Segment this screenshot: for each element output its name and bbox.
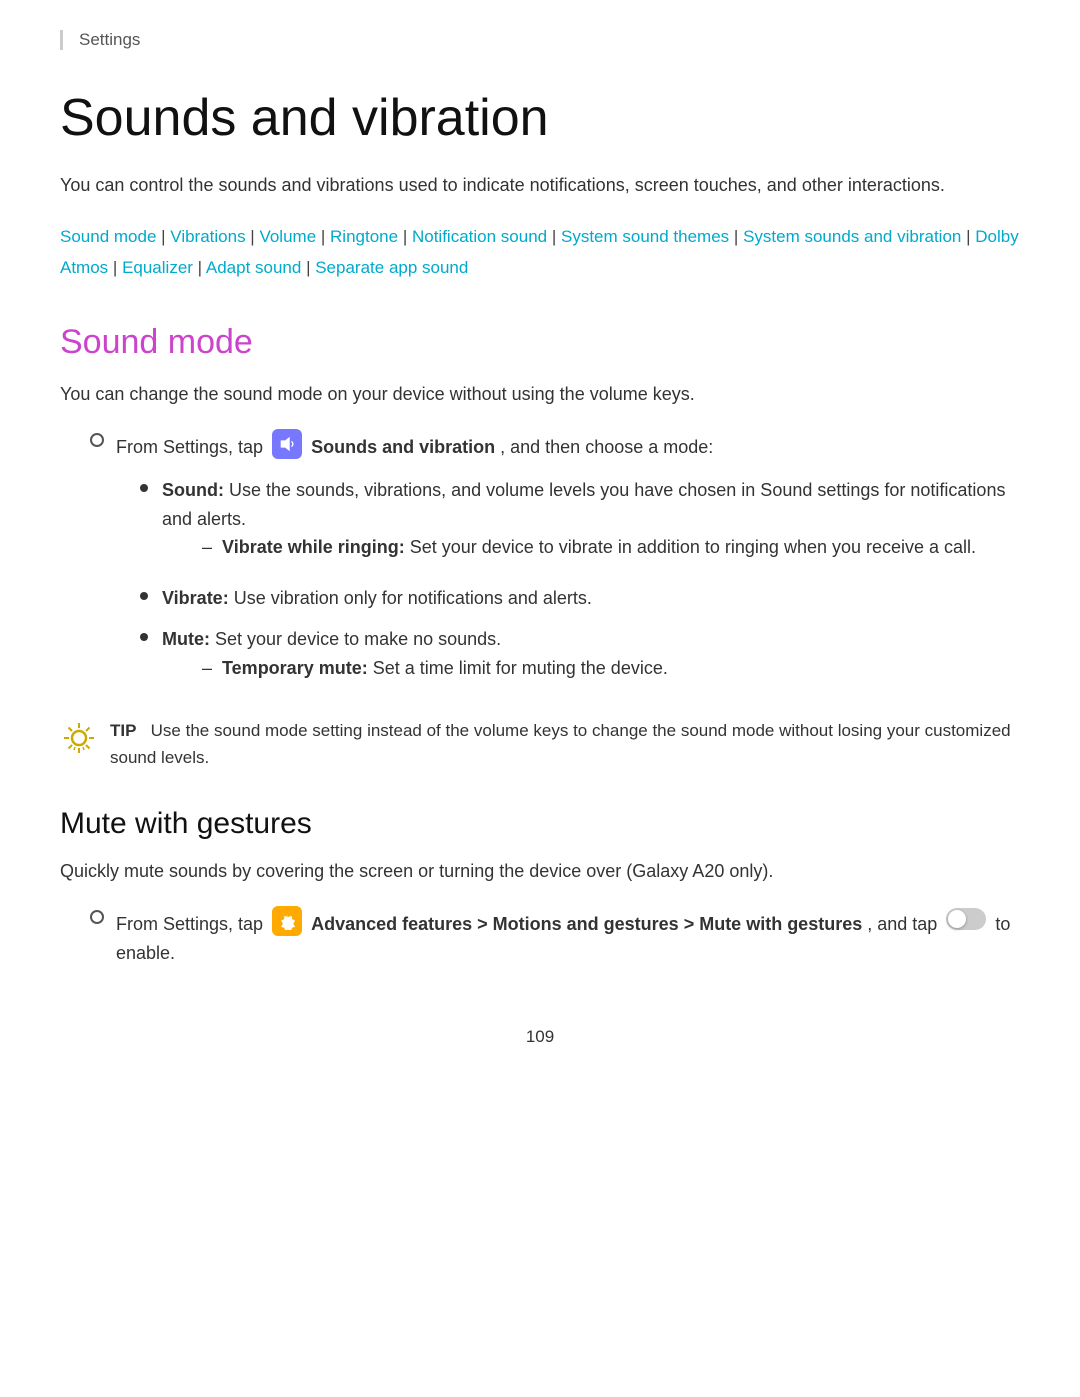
sound-mode-outer-item: From Settings, tap Sounds and vibration … xyxy=(90,429,1020,462)
circle-bullet-mute-icon xyxy=(90,910,104,924)
nav-link-equalizer[interactable]: Equalizer xyxy=(122,258,193,277)
temporary-mute-dash-list: – Temporary mute: Set a time limit for m… xyxy=(202,654,668,683)
from-settings-suffix: , and then choose a mode: xyxy=(500,437,713,457)
nav-link-adapt-sound[interactable]: Adapt sound xyxy=(206,258,301,277)
tip-box: TIP Use the sound mode setting instead o… xyxy=(60,717,1020,771)
mute-gestures-from-settings: From Settings, tap Advanced features > M… xyxy=(90,906,1020,968)
bullet-vibrate: Vibrate: Use vibration only for notifica… xyxy=(140,584,1020,613)
mute-gestures-outer-item: From Settings, tap Advanced features > M… xyxy=(90,906,1020,968)
mute-from-settings-prefix: From Settings, tap xyxy=(116,914,263,934)
from-settings-app-name: Sounds and vibration xyxy=(311,437,495,457)
mute-from-settings-suffix: , and tap xyxy=(867,914,937,934)
mute-gestures-desc: Quickly mute sounds by covering the scre… xyxy=(60,857,1020,886)
sound-mode-bullet-list: Sound: Use the sounds, vibrations, and v… xyxy=(140,476,1020,693)
tip-text: TIP Use the sound mode setting instead o… xyxy=(110,717,1020,771)
breadcrumb: Settings xyxy=(60,30,1020,50)
dash-item-temp-mute: – Temporary mute: Set a time limit for m… xyxy=(202,654,668,683)
dot-bullet-vibrate xyxy=(140,592,148,600)
nav-link-system-sounds-vibration[interactable]: System sounds and vibration xyxy=(743,227,961,246)
from-settings-prefix: From Settings, tap xyxy=(116,437,263,457)
dot-bullet-mute xyxy=(140,633,148,641)
mute-from-settings-bold: Advanced features > Motions and gestures… xyxy=(311,914,862,934)
sound-mode-title: Sound mode xyxy=(60,323,1020,362)
nav-links: Sound mode | Vibrations | Volume | Ringt… xyxy=(60,222,1020,283)
page-container: Settings Sounds and vibration You can co… xyxy=(0,0,1080,1397)
tip-label: TIP xyxy=(110,721,136,740)
nav-link-sound-mode[interactable]: Sound mode xyxy=(60,227,156,246)
bullet-mute: Mute: Set your device to make no sounds.… xyxy=(140,625,1020,693)
toggle-icon xyxy=(946,908,986,930)
sound-mode-from-settings: From Settings, tap Sounds and vibration … xyxy=(90,429,1020,693)
intro-text: You can control the sounds and vibration… xyxy=(60,171,1020,200)
mute-gestures-title: Mute with gestures xyxy=(60,807,1020,841)
page-number: 109 xyxy=(60,1027,1020,1047)
sound-icon xyxy=(272,429,302,459)
page-title: Sounds and vibration xyxy=(60,90,1020,147)
nav-link-vibrations[interactable]: Vibrations xyxy=(170,227,245,246)
bullet-sound: Sound: Use the sounds, vibrations, and v… xyxy=(140,476,1020,572)
gear-icon xyxy=(272,906,302,936)
dot-bullet-sound xyxy=(140,484,148,492)
vibrate-while-ringing-dash-list: – Vibrate while ringing: Set your device… xyxy=(202,533,1020,562)
nav-link-volume[interactable]: Volume xyxy=(259,227,316,246)
sound-mode-desc: You can change the sound mode on your de… xyxy=(60,380,1020,409)
dash-item-vibrate-ringing: – Vibrate while ringing: Set your device… xyxy=(202,533,1020,562)
nav-link-system-sound-themes[interactable]: System sound themes xyxy=(561,227,729,246)
circle-bullet-icon xyxy=(90,433,104,447)
tip-icon xyxy=(60,719,98,757)
tip-body: Use the sound mode setting instead of th… xyxy=(110,721,1011,767)
nav-link-separate-app-sound[interactable]: Separate app sound xyxy=(315,258,468,277)
nav-link-ringtone[interactable]: Ringtone xyxy=(330,227,398,246)
nav-link-notification-sound[interactable]: Notification sound xyxy=(412,227,547,246)
toggle-knob xyxy=(948,910,966,928)
